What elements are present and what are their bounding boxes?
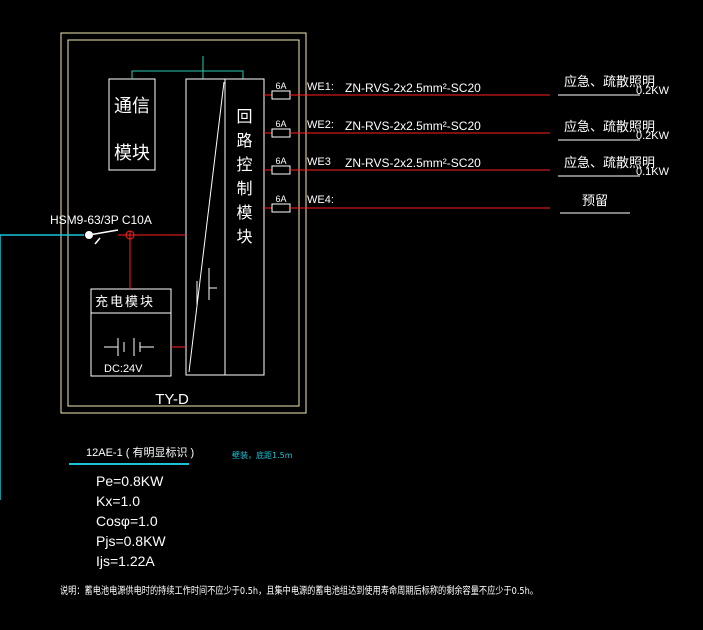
loop-module-diagonal — [188, 81, 225, 373]
svg-text:预留: 预留 — [582, 194, 608, 209]
footnote: 说明：蓄电池电源供电时的持续工作时间不应少于0.5h，且集中电源的蓄电池组达到使… — [60, 584, 538, 597]
incoming-feed-line — [0, 234, 84, 500]
panel-name: TY-D — [155, 391, 189, 408]
svg-text:6A: 6A — [275, 81, 286, 91]
svg-text:WE2:: WE2: — [307, 119, 334, 131]
dc-voltage-label: DC:24V — [104, 363, 143, 375]
svg-text:ZN-RVS-2x2.5mm²-SC20: ZN-RVS-2x2.5mm²-SC20 — [345, 119, 481, 133]
svg-text:0.2KW: 0.2KW — [636, 130, 670, 142]
param-cos: Cosφ=1.0 — [96, 513, 158, 529]
battery-symbol — [104, 338, 154, 356]
circuit-4: 6A WE4: 预留 — [264, 194, 630, 214]
svg-text:ZN-RVS-2x2.5mm²-SC20: ZN-RVS-2x2.5mm²-SC20 — [345, 156, 481, 170]
svg-text:WE4:: WE4: — [307, 194, 334, 206]
svg-text:6A: 6A — [275, 156, 286, 166]
svg-text:6A: 6A — [275, 194, 286, 204]
circuit-3: 6A WE3 ZN-RVS-2x2.5mm²-SC20 应急、疏散照明 0.1K… — [264, 155, 670, 178]
param-pe: Pe=0.8KW — [96, 473, 164, 489]
circuit-1: 6A WE1: ZN-RVS-2x2.5mm²-SC20 应急、疏散照明 0.2… — [264, 74, 670, 100]
svg-text:0.1KW: 0.1KW — [636, 166, 670, 178]
svg-text:ZN-RVS-2x2.5mm²-SC20: ZN-RVS-2x2.5mm²-SC20 — [345, 81, 481, 95]
circuit-2: 6A WE2: ZN-RVS-2x2.5mm²-SC20 应急、疏散照明 0.2… — [264, 119, 670, 142]
param-kx: Kx=1.0 — [96, 493, 140, 509]
charge-module-label: 充电模块 — [95, 294, 155, 310]
svg-text:WE3: WE3 — [307, 156, 331, 168]
param-ijs: Ijs=1.22A — [96, 553, 155, 569]
wiring-diagram: 通信 模块 回路控制模块 充电模块 DC:24V TY-D HSM9-63/3P… — [0, 32, 670, 597]
panel-tag: 12AE-1 ( 有明显标识 ) — [86, 445, 194, 459]
loop-module-label: 回路控制模块 — [234, 108, 253, 252]
param-pjs: Pjs=0.8KW — [96, 533, 166, 549]
breaker-symbol — [85, 229, 119, 245]
install-note: 壁装，底距1.5m — [232, 450, 293, 460]
comm-module-label-1: 通信 — [114, 96, 150, 117]
comm-bus — [131, 56, 244, 79]
svg-text:6A: 6A — [275, 119, 286, 129]
svg-text:0.2KW: 0.2KW — [636, 85, 670, 97]
breaker-label: HSM9-63/3P C10A — [50, 213, 152, 227]
svg-text:WE1:: WE1: — [307, 81, 334, 93]
comm-module-label-2: 模块 — [114, 143, 150, 164]
